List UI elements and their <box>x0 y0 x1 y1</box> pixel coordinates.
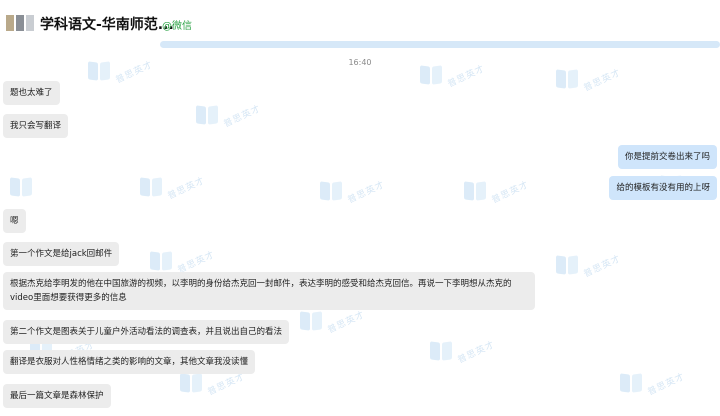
book-logo-icon <box>620 372 642 394</box>
book-logo-icon <box>196 104 218 126</box>
watermark: 普思英才 <box>196 103 262 129</box>
message-bubble[interactable]: 最后一篇文章是森林保护 <box>3 384 111 408</box>
book-logo-icon <box>150 250 172 272</box>
chat-title[interactable]: 学科语文-华南师范... <box>40 14 174 34</box>
watermark: 普思英才 <box>556 67 622 93</box>
book-logo-icon <box>180 372 202 394</box>
watermark: 普思英才 <box>140 175 206 201</box>
book-logo-icon <box>320 180 342 202</box>
book-logo-icon <box>430 340 452 362</box>
watermark: 普思英才 <box>620 371 686 397</box>
book-logo-icon <box>556 254 578 276</box>
watermark: 普思英才 <box>464 179 530 205</box>
book-logo-icon <box>556 68 578 90</box>
message-bubble[interactable]: 翻译是衣服对人性格情绪之类的影响的文章，其他文章我没读懂 <box>3 350 256 374</box>
watermark: 普思英才 <box>180 371 246 397</box>
message-bubble[interactable]: 根据杰克给李明发的他在中国旅游的视频，以李明的身份给杰克回一封邮件，表达李明的感… <box>3 272 535 310</box>
avatar[interactable] <box>6 15 34 31</box>
message-bubble[interactable]: 第二个作文是图表关于儿童户外活动看法的调查表，并且说出自己的看法 <box>3 320 290 344</box>
message-bubble[interactable]: 嗯 <box>3 209 26 233</box>
book-logo-icon <box>464 180 486 202</box>
book-logo-icon <box>10 176 32 198</box>
watermark: 普思英才 <box>430 339 496 365</box>
message-bubble[interactable]: 第一个作文是给jack回邮件 <box>3 242 120 266</box>
book-logo-icon <box>140 176 162 198</box>
message-bubble[interactable]: 给的模板有没有用的上呀 <box>609 176 717 200</box>
book-logo-icon <box>300 310 322 332</box>
message-bubble[interactable]: 题也太难了 <box>3 81 60 105</box>
chat-header: 学科语文-华南师范... @微信 <box>0 0 720 48</box>
watermark: 普思英才 <box>556 253 622 279</box>
watermark <box>10 176 32 198</box>
header-bar <box>160 41 720 48</box>
watermark: 普思英才 <box>320 179 386 205</box>
wechat-tag: @微信 <box>162 21 192 32</box>
watermark: 普思英才 <box>300 309 366 335</box>
message-bubble[interactable]: 你是提前交卷出来了吗 <box>617 145 717 169</box>
book-logo-icon <box>420 64 442 86</box>
watermark: 普思英才 <box>150 249 216 275</box>
message-bubble[interactable]: 我只会写翻译 <box>3 114 69 138</box>
watermark: 普思英才 <box>420 63 486 89</box>
timestamp: 16:40 <box>348 58 372 67</box>
